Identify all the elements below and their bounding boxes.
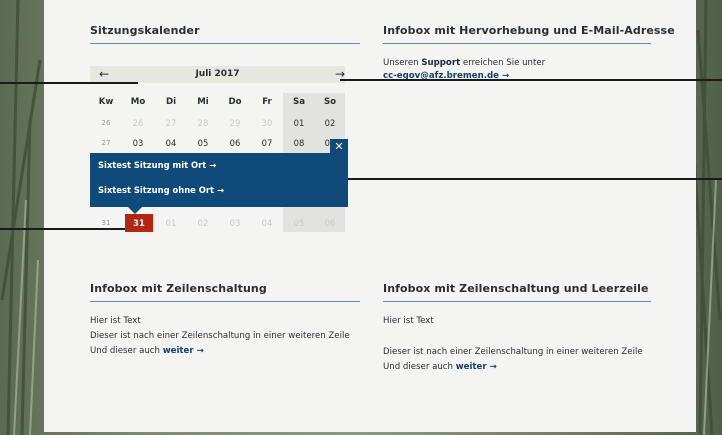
- calendar-day[interactable]: 01: [283, 114, 315, 132]
- calendar-day[interactable]: 06: [314, 214, 346, 232]
- calendar-header-sa: Sa: [293, 97, 305, 107]
- calendar-day[interactable]: 29: [219, 114, 251, 132]
- infobox-leerzeile-line2: Dieser ist nach einer Zeilenschaltung in…: [383, 347, 643, 357]
- calendar-day[interactable]: 08: [283, 134, 315, 152]
- calendar-header-so: So: [323, 97, 337, 107]
- calendar-header-fr: Fr: [262, 97, 272, 107]
- calendar-header-kw: Kw: [98, 97, 114, 107]
- calendar-day[interactable]: 02: [187, 214, 219, 232]
- support-text-suffix: erreichen Sie unter: [460, 58, 546, 68]
- calendar-week-number: 26: [101, 118, 111, 127]
- weiter-link[interactable]: weiter →: [456, 362, 497, 372]
- infobox-email-rule: [383, 43, 651, 44]
- calendar-header-do: Do: [228, 97, 242, 107]
- weiter-link[interactable]: weiter →: [163, 346, 204, 356]
- infobox-leerzeile-line3-prefix: Und dieser auch: [383, 362, 456, 372]
- infobox-leerzeile-line3: Und dieser auch weiter →: [383, 362, 497, 372]
- calendar-day[interactable]: 27: [155, 114, 187, 132]
- calendar-header: ← Juli 2017 →: [90, 66, 345, 83]
- infobox-email-title: Infobox mit Hervorhebung und E-Mail-Adre…: [383, 24, 675, 37]
- calendar-header-mo: Mo: [130, 97, 146, 107]
- support-bold-text: Support: [421, 58, 461, 68]
- infobox-leerzeile-title: Infobox mit Zeilenschaltung und Leerzeil…: [383, 282, 649, 295]
- calendar-day[interactable]: 28: [187, 114, 219, 132]
- calendar-day-today[interactable]: 31: [125, 214, 153, 232]
- event-popup: Sixtest Sitzung mit Ort → Sixtest Sitzun…: [90, 153, 348, 207]
- calendar-day[interactable]: 02: [314, 114, 346, 132]
- callout-line-popup: [348, 178, 722, 180]
- callout-line-today: [0, 228, 125, 230]
- calendar-day[interactable]: 05: [283, 214, 315, 232]
- infobox-zeilen-line3: Und dieser auch weiter →: [90, 346, 204, 356]
- support-text-prefix: Unseren: [383, 58, 422, 68]
- popup-pointer: [128, 207, 142, 214]
- calendar-day[interactable]: 05: [187, 134, 219, 152]
- close-icon[interactable]: ✕: [330, 139, 348, 155]
- infobox-zeilen-title: Infobox mit Zeilenschaltung: [90, 282, 267, 295]
- calendar-day[interactable]: 06: [219, 134, 251, 152]
- infobox-zeilen-line2: Dieser ist nach einer Zeilenschaltung in…: [90, 331, 350, 341]
- calendar-day[interactable]: 01: [155, 214, 187, 232]
- calendar-day[interactable]: 26: [122, 114, 154, 132]
- calendar-title-rule: [90, 43, 360, 44]
- calendar-month-label: Juli 2017: [195, 69, 240, 79]
- calendar-day[interactable]: 07: [251, 134, 283, 152]
- calendar-header-mi: Mi: [197, 97, 209, 107]
- infobox-zeilen-rule: [90, 301, 360, 302]
- event-link-ohne-ort[interactable]: Sixtest Sitzung ohne Ort →: [98, 185, 224, 195]
- calendar-day[interactable]: 30: [251, 114, 283, 132]
- infobox-leerzeile-line1: Hier ist Text: [383, 316, 434, 326]
- calendar-day[interactable]: 03: [219, 214, 251, 232]
- infobox-zeilen-line3-prefix: Und dieser auch: [90, 346, 163, 356]
- calendar-day[interactable]: 03: [122, 134, 154, 152]
- calendar-day[interactable]: 04: [155, 134, 187, 152]
- calendar-week-number: 27: [101, 138, 111, 147]
- callout-line-email: [340, 79, 722, 81]
- infobox-zeilen-line1: Hier ist Text: [90, 316, 141, 326]
- infobox-leerzeile-rule: [383, 301, 651, 302]
- callout-line-calendar-header: [0, 82, 138, 84]
- calendar-header-di: Di: [165, 97, 177, 107]
- infobox-email-text: Unseren Support erreichen Sie unter: [383, 58, 545, 68]
- calendar-title: Sitzungskalender: [90, 24, 200, 37]
- event-link-mit-ort[interactable]: Sixtest Sitzung mit Ort →: [98, 160, 216, 170]
- calendar-day[interactable]: 04: [251, 214, 283, 232]
